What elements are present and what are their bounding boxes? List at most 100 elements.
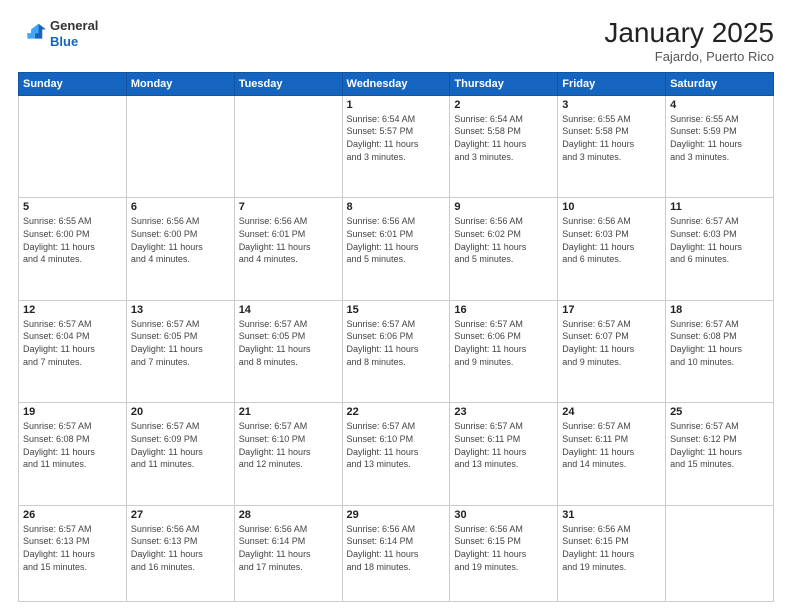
day-info: Sunrise: 6:56 AMSunset: 6:01 PMDaylight:… [239, 215, 338, 265]
calendar-title: January 2025 [604, 18, 774, 49]
calendar-cell: 9 Sunrise: 6:56 AMSunset: 6:02 PMDaylight… [450, 198, 558, 301]
day-number: 16 [454, 304, 553, 316]
calendar-cell: 6 Sunrise: 6:56 AMSunset: 6:00 PMDaylight… [126, 198, 234, 301]
day-info: Sunrise: 6:55 AMSunset: 5:58 PMDaylight:… [562, 113, 661, 163]
calendar-cell: 27 Sunrise: 6:56 AMSunset: 6:13 PMDayligh… [126, 505, 234, 601]
calendar-cell: 1Sunrise: 6:54 AMSunset: 5:57 PMDaylight… [342, 95, 450, 198]
weekday-header-row: SundayMondayTuesdayWednesdayThursdayFrid… [19, 72, 774, 95]
calendar-cell: 16 Sunrise: 6:57 AMSunset: 6:06 PMDayligh… [450, 300, 558, 403]
calendar-cell: 5Sunrise: 6:55 AMSunset: 6:00 PMDaylight… [19, 198, 127, 301]
day-number: 21 [239, 406, 338, 418]
calendar-cell: 3Sunrise: 6:55 AMSunset: 5:58 PMDaylight… [558, 95, 666, 198]
day-number: 29 [347, 509, 446, 521]
logo: General Blue [18, 18, 98, 49]
day-number: 12 [23, 304, 122, 316]
day-info: Sunrise: 6:56 AMSunset: 6:03 PMDaylight:… [562, 215, 661, 265]
calendar-cell: 2Sunrise: 6:54 AMSunset: 5:58 PMDaylight… [450, 95, 558, 198]
day-info: Sunrise: 6:57 AMSunset: 6:05 PMDaylight:… [239, 318, 338, 368]
day-number: 24 [562, 406, 661, 418]
day-info: Sunrise: 6:57 AMSunset: 6:04 PMDaylight:… [23, 318, 122, 368]
title-block: January 2025 Fajardo, Puerto Rico [604, 18, 774, 64]
weekday-header-monday: Monday [126, 72, 234, 95]
day-number: 7 [239, 201, 338, 213]
day-number: 20 [131, 406, 230, 418]
day-info: Sunrise: 6:57 AMSunset: 6:03 PMDaylight:… [670, 215, 769, 265]
calendar-cell: 18 Sunrise: 6:57 AMSunset: 6:08 PMDayligh… [666, 300, 774, 403]
day-info: Sunrise: 6:56 AMSunset: 6:15 PMDaylight:… [562, 523, 661, 573]
calendar-cell: 25Sunrise: 6:57 AMSunset: 6:12 PMDayligh… [666, 403, 774, 506]
calendar-cell: 29 Sunrise: 6:56 AMSunset: 6:14 PMDayligh… [342, 505, 450, 601]
day-info: Sunrise: 6:57 AMSunset: 6:10 PMDaylight:… [347, 420, 446, 470]
day-number: 18 [670, 304, 769, 316]
logo-blue-text: Blue [50, 34, 78, 49]
calendar-cell: 19Sunrise: 6:57 AMSunset: 6:08 PMDayligh… [19, 403, 127, 506]
calendar-cell [19, 95, 127, 198]
day-number: 6 [131, 201, 230, 213]
day-info: Sunrise: 6:56 AMSunset: 6:14 PMDaylight:… [239, 523, 338, 573]
day-number: 25 [670, 406, 769, 418]
day-info: Sunrise: 6:56 AMSunset: 6:14 PMDaylight:… [347, 523, 446, 573]
calendar-cell: 13Sunrise: 6:57 AMSunset: 6:05 PMDayligh… [126, 300, 234, 403]
day-info: Sunrise: 6:56 AMSunset: 6:15 PMDaylight:… [454, 523, 553, 573]
day-info: Sunrise: 6:57 AMSunset: 6:11 PMDaylight:… [454, 420, 553, 470]
calendar-cell: 7 Sunrise: 6:56 AMSunset: 6:01 PMDaylight… [234, 198, 342, 301]
calendar-cell: 21 Sunrise: 6:57 AMSunset: 6:10 PMDayligh… [234, 403, 342, 506]
calendar-cell: 26Sunrise: 6:57 AMSunset: 6:13 PMDayligh… [19, 505, 127, 601]
day-number: 26 [23, 509, 122, 521]
day-info: Sunrise: 6:56 AMSunset: 6:00 PMDaylight:… [131, 215, 230, 265]
weekday-header-thursday: Thursday [450, 72, 558, 95]
calendar-cell [666, 505, 774, 601]
calendar-cell: 4Sunrise: 6:55 AMSunset: 5:59 PMDaylight… [666, 95, 774, 198]
day-info: Sunrise: 6:57 AMSunset: 6:10 PMDaylight:… [239, 420, 338, 470]
day-info: Sunrise: 6:57 AMSunset: 6:06 PMDaylight:… [347, 318, 446, 368]
day-info: Sunrise: 6:57 AMSunset: 6:06 PMDaylight:… [454, 318, 553, 368]
calendar-table: SundayMondayTuesdayWednesdayThursdayFrid… [18, 72, 774, 602]
day-info: Sunrise: 6:56 AMSunset: 6:02 PMDaylight:… [454, 215, 553, 265]
calendar-cell: 22 Sunrise: 6:57 AMSunset: 6:10 PMDayligh… [342, 403, 450, 506]
calendar-week-row: 5Sunrise: 6:55 AMSunset: 6:00 PMDaylight… [19, 198, 774, 301]
calendar-body: 1Sunrise: 6:54 AMSunset: 5:57 PMDaylight… [19, 95, 774, 601]
day-number: 22 [347, 406, 446, 418]
calendar-cell: 24 Sunrise: 6:57 AMSunset: 6:11 PMDayligh… [558, 403, 666, 506]
day-number: 14 [239, 304, 338, 316]
day-info: Sunrise: 6:54 AMSunset: 5:58 PMDaylight:… [454, 113, 553, 163]
calendar-cell: 28 Sunrise: 6:56 AMSunset: 6:14 PMDayligh… [234, 505, 342, 601]
calendar-cell [234, 95, 342, 198]
day-info: Sunrise: 6:55 AMSunset: 5:59 PMDaylight:… [670, 113, 769, 163]
weekday-header-saturday: Saturday [666, 72, 774, 95]
day-number: 15 [347, 304, 446, 316]
day-info: Sunrise: 6:57 AMSunset: 6:11 PMDaylight:… [562, 420, 661, 470]
weekday-header-tuesday: Tuesday [234, 72, 342, 95]
day-info: Sunrise: 6:56 AMSunset: 6:13 PMDaylight:… [131, 523, 230, 573]
calendar-cell: 10 Sunrise: 6:56 AMSunset: 6:03 PMDayligh… [558, 198, 666, 301]
day-number: 28 [239, 509, 338, 521]
weekday-header-sunday: Sunday [19, 72, 127, 95]
day-info: Sunrise: 6:57 AMSunset: 6:08 PMDaylight:… [670, 318, 769, 368]
day-number: 9 [454, 201, 553, 213]
day-number: 27 [131, 509, 230, 521]
day-number: 23 [454, 406, 553, 418]
logo-general-text: General [50, 18, 98, 33]
day-info: Sunrise: 6:54 AMSunset: 5:57 PMDaylight:… [347, 113, 446, 163]
calendar-cell: 20Sunrise: 6:57 AMSunset: 6:09 PMDayligh… [126, 403, 234, 506]
calendar-cell: 30 Sunrise: 6:56 AMSunset: 6:15 PMDayligh… [450, 505, 558, 601]
calendar-cell: 8Sunrise: 6:56 AMSunset: 6:01 PMDaylight… [342, 198, 450, 301]
calendar-cell: 17Sunrise: 6:57 AMSunset: 6:07 PMDayligh… [558, 300, 666, 403]
weekday-header-wednesday: Wednesday [342, 72, 450, 95]
page: General Blue January 2025 Fajardo, Puert… [0, 0, 792, 612]
day-number: 10 [562, 201, 661, 213]
day-info: Sunrise: 6:55 AMSunset: 6:00 PMDaylight:… [23, 215, 122, 265]
calendar-cell: 31 Sunrise: 6:56 AMSunset: 6:15 PMDayligh… [558, 505, 666, 601]
day-number: 31 [562, 509, 661, 521]
calendar-cell: 23 Sunrise: 6:57 AMSunset: 6:11 PMDayligh… [450, 403, 558, 506]
calendar-week-row: 26Sunrise: 6:57 AMSunset: 6:13 PMDayligh… [19, 505, 774, 601]
day-number: 13 [131, 304, 230, 316]
calendar-subtitle: Fajardo, Puerto Rico [604, 49, 774, 64]
day-number: 30 [454, 509, 553, 521]
logo-text: General Blue [50, 18, 98, 49]
day-number: 11 [670, 201, 769, 213]
calendar-week-row: 19Sunrise: 6:57 AMSunset: 6:08 PMDayligh… [19, 403, 774, 506]
weekday-header-friday: Friday [558, 72, 666, 95]
calendar-cell: 14 Sunrise: 6:57 AMSunset: 6:05 PMDayligh… [234, 300, 342, 403]
calendar-cell: 12 Sunrise: 6:57 AMSunset: 6:04 PMDayligh… [19, 300, 127, 403]
